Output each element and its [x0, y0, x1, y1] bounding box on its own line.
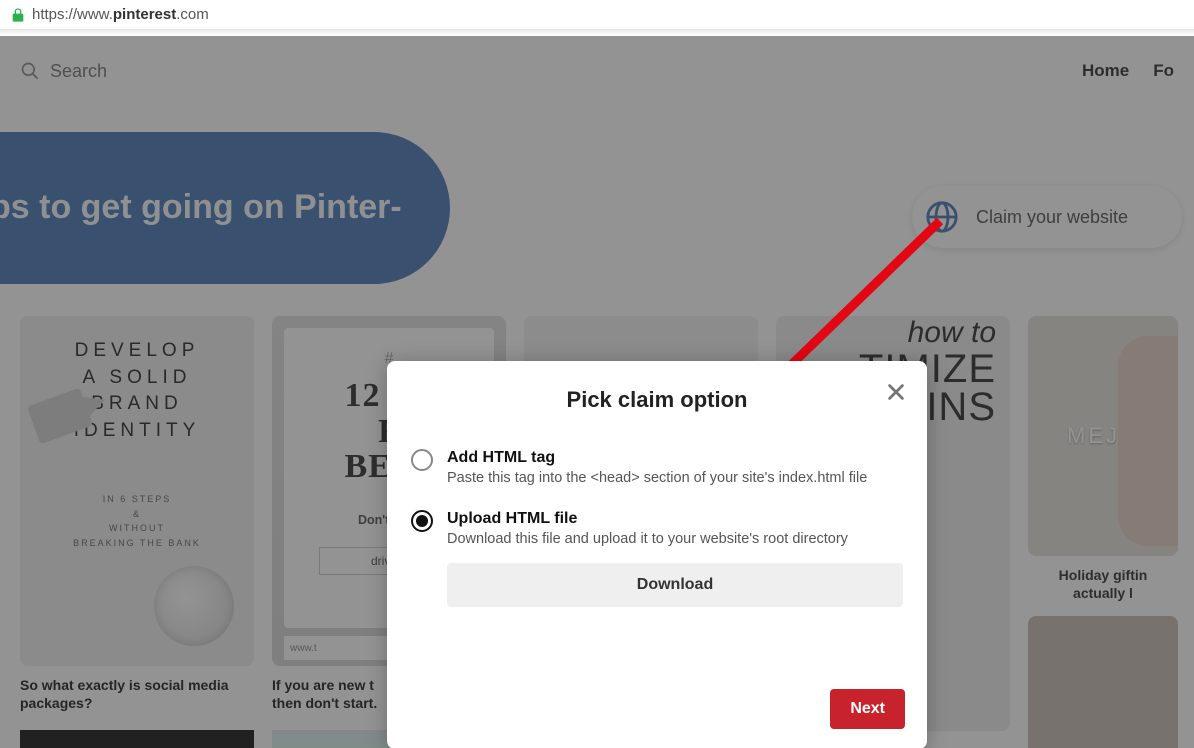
browser-address-bar: https://www.pinterest.com: [0, 0, 1194, 30]
download-button[interactable]: Download: [447, 563, 903, 607]
lock-icon: [10, 7, 26, 23]
option-desc: Paste this tag into the <head> section o…: [447, 470, 867, 486]
claim-option-modal: Pick claim option Add HTML tag Paste thi…: [387, 361, 927, 748]
option-add-html-tag[interactable]: Add HTML tag Paste this tag into the <he…: [411, 449, 903, 486]
radio-unselected[interactable]: [411, 449, 433, 471]
close-icon: [885, 381, 907, 403]
modal-title: Pick claim option: [411, 387, 903, 413]
next-button[interactable]: Next: [830, 689, 905, 729]
radio-selected[interactable]: [411, 510, 433, 532]
option-desc: Download this file and upload it to your…: [447, 531, 903, 547]
url-text[interactable]: https://www.pinterest.com: [32, 6, 209, 23]
option-upload-html-file[interactable]: Upload HTML file Download this file and …: [411, 510, 903, 607]
close-button[interactable]: [885, 381, 907, 408]
option-title: Upload HTML file: [447, 510, 903, 528]
option-title: Add HTML tag: [447, 449, 867, 467]
